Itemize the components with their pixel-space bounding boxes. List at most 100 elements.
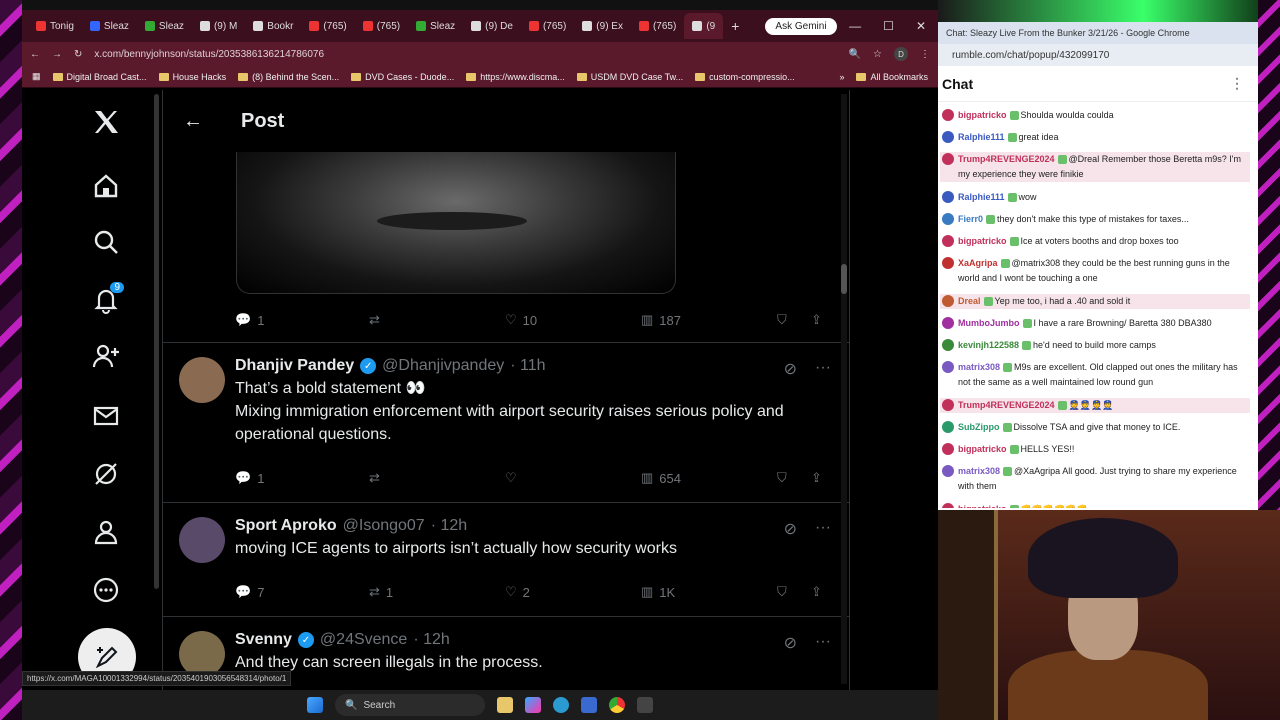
x-logo-icon[interactable]: [86, 102, 126, 142]
reply-button[interactable]: 💬 1: [235, 470, 264, 486]
chat-username[interactable]: Trump4REVENGE2024: [958, 154, 1055, 164]
chat-avatar[interactable]: [942, 191, 954, 203]
url-field[interactable]: x.com/bennyjohnson/status/20353861362147…: [94, 49, 836, 60]
taskbar-search[interactable]: 🔍 Search: [335, 694, 485, 716]
windows-start-icon[interactable]: [307, 697, 323, 713]
like-button[interactable]: ♡ 2: [505, 584, 530, 600]
chat-username[interactable]: matrix308: [958, 362, 1000, 372]
apps-icon[interactable]: ▦: [32, 71, 41, 82]
page-scrollbar[interactable]: [841, 94, 847, 684]
author-name[interactable]: Dhanjiv Pandey: [235, 357, 354, 375]
chat-username[interactable]: Dreal: [958, 296, 981, 306]
back-icon[interactable]: ←: [30, 49, 40, 60]
search-icon[interactable]: [86, 222, 126, 262]
ask-gemini-button[interactable]: Ask Gemini: [765, 17, 837, 35]
chat-avatar[interactable]: [942, 421, 954, 433]
reply-button[interactable]: 💬 7: [235, 584, 264, 600]
bookmark-item[interactable]: Digital Broad Cast...: [52, 72, 147, 82]
author-handle[interactable]: @24Svence: [320, 631, 407, 649]
bookmark-item[interactable]: (8) Behind the Scen...: [238, 72, 339, 82]
chat-avatar[interactable]: [942, 503, 954, 508]
edge-icon[interactable]: [553, 697, 569, 713]
maximize-icon[interactable]: ☐: [883, 19, 894, 33]
chat-username[interactable]: Ralphie111: [958, 132, 1005, 142]
tweet-time[interactable]: · 12h: [431, 517, 467, 535]
chat-avatar[interactable]: [942, 317, 954, 329]
chat-avatar[interactable]: [942, 235, 954, 247]
views-button[interactable]: ▥ 654: [641, 470, 681, 486]
bookmark-item[interactable]: USDM DVD Case Tw...: [576, 72, 683, 82]
like-button[interactable]: ♡: [505, 470, 523, 486]
more-icon[interactable]: [86, 570, 126, 610]
zoom-icon[interactable]: 🔍: [849, 49, 861, 60]
chat-username[interactable]: bigpatricko: [958, 504, 1007, 508]
bookmark-item[interactable]: custom-compressio...: [695, 72, 795, 82]
chat-username[interactable]: bigpatricko: [958, 110, 1007, 120]
browser-tab[interactable]: (9) M: [192, 13, 245, 39]
chat-avatar[interactable]: [942, 257, 954, 269]
chat-avatar[interactable]: [942, 153, 954, 165]
chat-username[interactable]: XaAgripa: [958, 258, 998, 268]
chat-username[interactable]: kevinjh122588: [958, 340, 1019, 350]
notifications-icon[interactable]: 9: [86, 280, 126, 320]
reload-icon[interactable]: ↻: [74, 49, 82, 60]
profile-icon[interactable]: [86, 512, 126, 552]
repost-button[interactable]: ⇄ 1: [369, 584, 393, 600]
tweet-time[interactable]: · 11h: [510, 357, 545, 375]
browser-tab[interactable]: (9) Ex: [574, 13, 631, 39]
follow-icon[interactable]: [86, 336, 126, 376]
chat-avatar[interactable]: [942, 465, 954, 477]
bookmark-item[interactable]: https://www.discma...: [466, 72, 565, 82]
home-icon[interactable]: [86, 166, 126, 206]
chat-avatar[interactable]: [942, 399, 954, 411]
share-button[interactable]: ⇪: [811, 470, 822, 486]
browser-tab[interactable]: Tonig: [28, 13, 82, 39]
chat-username[interactable]: matrix308: [958, 466, 1000, 476]
minimize-icon[interactable]: —: [849, 19, 861, 33]
chat-username[interactable]: SubZippo: [958, 422, 1000, 432]
forward-icon[interactable]: →: [52, 49, 62, 60]
views-button[interactable]: ▥ 187: [641, 312, 681, 328]
new-tab-icon[interactable]: +: [723, 18, 747, 34]
reply-tweet[interactable]: ⊘ ··· Sport Aproko @Isongo07 · 12h moving ICE…: [163, 502, 849, 616]
bookmark-item[interactable]: DVD Cases - Duode...: [351, 72, 454, 82]
chat-menu-icon[interactable]: ⋮: [1230, 75, 1244, 92]
author-handle[interactable]: @Isongo07: [343, 517, 425, 535]
bookmark-button[interactable]: ⛉: [777, 312, 787, 328]
messages-icon[interactable]: [86, 396, 126, 436]
more-options-icon[interactable]: ···: [815, 359, 831, 379]
browser-tab[interactable]: Sleaz: [408, 13, 463, 39]
bookmarks-overflow-icon[interactable]: »: [839, 72, 844, 82]
chat-username[interactable]: bigpatricko: [958, 236, 1007, 246]
browser-tab[interactable]: Bookr: [245, 13, 301, 39]
chat-url[interactable]: rumble.com/chat/popup/432099170: [938, 44, 1258, 66]
back-arrow-icon[interactable]: ←: [183, 110, 203, 133]
browser-tab[interactable]: (765): [631, 13, 684, 39]
chat-username[interactable]: Fierr0: [958, 214, 983, 224]
browser-tab[interactable]: Sleaz: [137, 13, 192, 39]
like-button[interactable]: ♡ 10: [505, 312, 537, 328]
grok-icon[interactable]: ⊘: [784, 359, 797, 379]
more-options-icon[interactable]: ···: [815, 519, 831, 539]
browser-tab[interactable]: (9) De: [463, 13, 521, 39]
chat-avatar[interactable]: [942, 295, 954, 307]
chat-avatar[interactable]: [942, 361, 954, 373]
bookmark-button[interactable]: ⛉: [777, 470, 787, 486]
repost-button[interactable]: ⇄: [369, 312, 380, 328]
share-button[interactable]: ⇪: [811, 584, 822, 600]
avatar[interactable]: [179, 357, 225, 403]
reply-button[interactable]: 💬 1: [235, 312, 264, 328]
author-name[interactable]: Svenny: [235, 631, 292, 649]
nav-scrollbar[interactable]: [154, 94, 159, 589]
browser-tab[interactable]: (765): [521, 13, 574, 39]
repost-button[interactable]: ⇄: [369, 470, 386, 486]
chat-username[interactable]: MumboJumbo: [958, 318, 1020, 328]
file-explorer-icon[interactable]: [497, 697, 513, 713]
browser-tab[interactable]: (9: [684, 13, 724, 39]
reply-tweet[interactable]: ⊘ ··· Dhanjiv Pandey ✓ @Dhanjivpandey · 11h Th…: [163, 342, 849, 502]
chat-avatar[interactable]: [942, 443, 954, 455]
close-icon[interactable]: ✕: [916, 19, 926, 33]
grok-icon[interactable]: ⊘: [784, 633, 797, 653]
store-icon[interactable]: [581, 697, 597, 713]
more-options-icon[interactable]: ···: [815, 633, 831, 653]
